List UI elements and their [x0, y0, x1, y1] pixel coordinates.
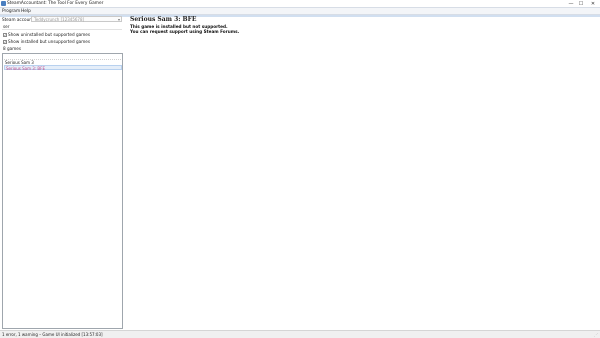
menu-bar: Program Help — [0, 8, 600, 15]
game-title: Serious Sam 3: BFE — [130, 16, 197, 23]
games-count: 8 games — [3, 46, 22, 51]
menu-help[interactable]: Help — [21, 9, 31, 14]
status-text: 1 error, 1 warning – Game UI initialized… — [2, 332, 103, 337]
show-unsupported-label: Show installed but unsupported games — [8, 39, 91, 44]
app-icon — [1, 1, 6, 6]
steam-account-select[interactable]: Teddycrunch [12345678] ▾ — [31, 16, 122, 22]
steam-account-value: Teddycrunch [12345678] — [34, 17, 85, 22]
check-icon: ✓ — [4, 40, 7, 44]
check-icon: ✓ — [4, 33, 7, 37]
show-unsupported-checkbox[interactable]: ✓ — [3, 40, 7, 44]
maximize-button[interactable]: ☐ — [576, 0, 586, 7]
maximize-icon: ☐ — [578, 0, 584, 7]
close-icon: ✕ — [590, 0, 596, 7]
window-title: SteamAccountant: The Tool For Every Game… — [7, 0, 104, 6]
minimize-button[interactable]: — — [566, 0, 576, 7]
close-button[interactable]: ✕ — [586, 0, 600, 7]
menu-program[interactable]: Program — [2, 9, 20, 14]
minimize-icon: — — [568, 0, 574, 7]
support-hint: You can request support using Steam Foru… — [130, 29, 240, 34]
show-uninstalled-label: Show uninstalled but supported games — [8, 32, 91, 37]
resize-grip-icon[interactable]: ⋰ — [594, 332, 599, 337]
steam-account-label: Steam account: — [2, 17, 35, 22]
list-item-selected[interactable]: Serious Sam 3: BFE — [4, 65, 122, 71]
games-list[interactable]: Serious Sam 3 Serious Sam 3: BFE — [2, 53, 123, 329]
title-bar: SteamAccountant: The Tool For Every Game… — [0, 0, 600, 8]
search-input[interactable] — [2, 24, 122, 30]
show-uninstalled-checkbox[interactable]: ✓ — [3, 33, 7, 37]
chevron-down-icon: ▾ — [117, 17, 120, 22]
